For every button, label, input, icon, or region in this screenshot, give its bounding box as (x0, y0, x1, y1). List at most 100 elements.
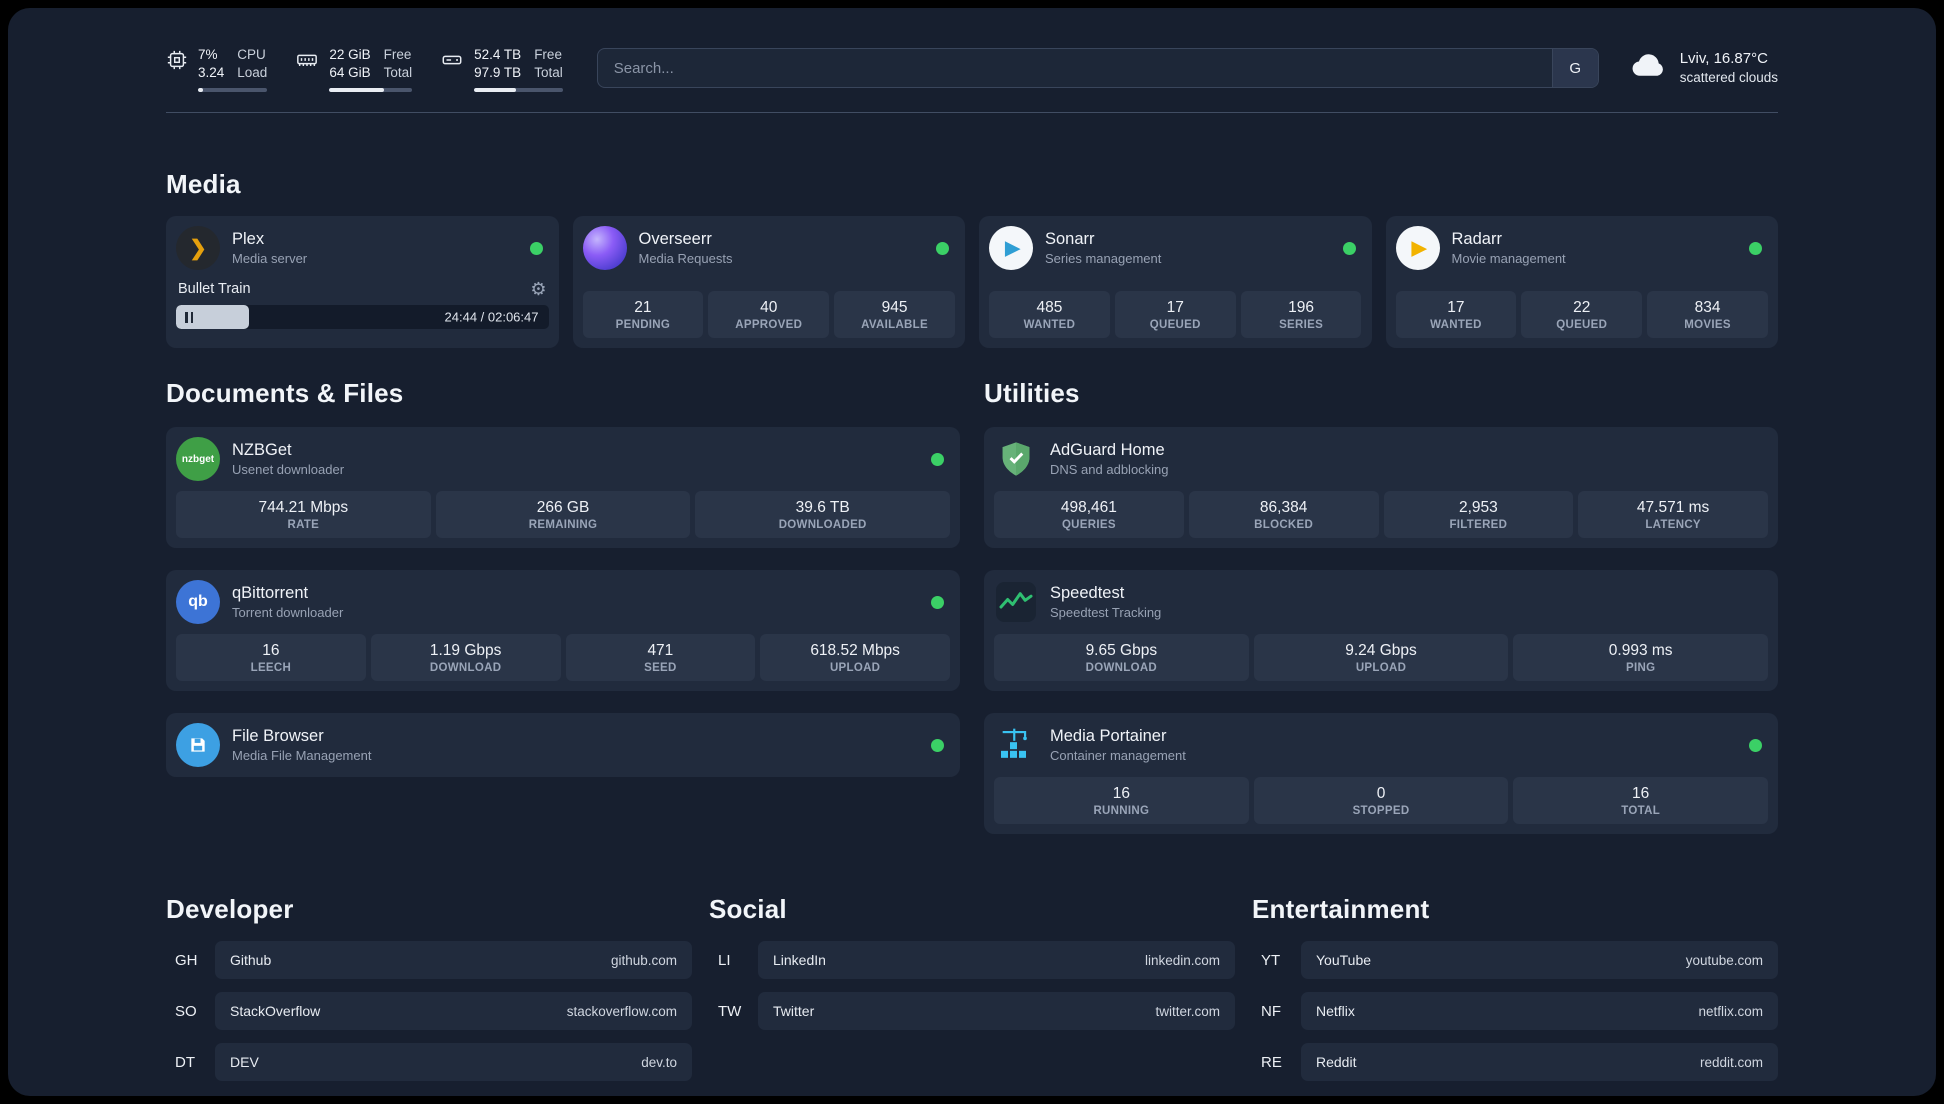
weather-location: Lviv, 16.87°C (1679, 50, 1768, 67)
stat-tile-series: 196 SERIES (1240, 291, 1362, 339)
stat-tile-approved: 40 APPROVED (708, 291, 830, 339)
stat-tile-upload: 618.52 Mbps UPLOAD (760, 634, 950, 682)
bookmark-abbr: SO (175, 1002, 197, 1020)
section-title-social: Social (709, 894, 787, 925)
stat-tile-total: 16 TOTAL (1513, 777, 1769, 825)
app-subtitle: Movie management (1451, 251, 1566, 267)
stat-tile-queued: 17 QUEUED (1114, 291, 1236, 339)
bookmark-netflix[interactable]: NF Netflix netflix.com (1252, 992, 1778, 1031)
disk-total-value: 97.9 TB (474, 65, 522, 81)
stat-tile-ping: 0.993 ms PING (1513, 634, 1769, 682)
bookmark-name: Reddit (1316, 1054, 1357, 1071)
bookmark-youtube[interactable]: YT YouTube youtube.com (1252, 941, 1778, 980)
app-name: Sonarr (1045, 230, 1095, 249)
app-name: Overseerr (638, 230, 712, 249)
section-title-utilities: Utilities (984, 378, 1080, 409)
section-title-documents: Documents & Files (166, 378, 404, 409)
stat-tile-queued: 22 QUEUED (1521, 291, 1643, 339)
bookmark-url: github.com (610, 952, 677, 968)
filebrowser-icon (176, 723, 220, 768)
stat-tile-filtered: 2,953 FILTERED (1383, 491, 1574, 539)
status-online-dot (1342, 241, 1356, 255)
app-name: NZBGet (232, 441, 292, 460)
bookmark-github[interactable]: GH Github github.com (166, 941, 692, 980)
weather-condition: scattered clouds (1679, 70, 1778, 85)
bookmark-abbr: YT (1261, 951, 1281, 969)
bookmark-group-social: Social LI LinkedIn linkedin.com TW Twitt… (709, 894, 1235, 1043)
disk-usage-bar (474, 88, 563, 93)
stat-tile-leech: 16 LEECH (176, 634, 366, 682)
stat-tile-wanted: 485 WANTED (989, 291, 1110, 339)
app-card-plex[interactable]: ❯ Plex Media server Bullet Train ⚙ 24:44… (166, 216, 559, 349)
pause-icon[interactable] (185, 311, 193, 323)
ram-free-value: 22 GiB (329, 47, 371, 62)
weather-widget[interactable]: Lviv, 16.87°C scattered clouds (1629, 48, 1778, 88)
app-card-nzbget[interactable]: nzbget NZBGet Usenet downloader 744.21 M… (166, 427, 960, 549)
disk-widget: 52.4 TB 97.9 TB Free Total (440, 46, 563, 93)
section-title-developer: Developer (166, 894, 294, 925)
plex-progress-bar[interactable]: 24:44 / 02:06:47 (176, 305, 549, 330)
app-card-speedtest[interactable]: Speedtest Speedtest Tracking 9.65 Gbps D… (984, 570, 1778, 692)
app-subtitle: Usenet downloader (232, 462, 345, 478)
search-engine-button[interactable]: G (1551, 49, 1598, 87)
bookmark-url: reddit.com (1699, 1054, 1763, 1070)
cpu-widget: 7% 3.24 CPU Load (166, 46, 268, 93)
status-online-dot (1749, 738, 1762, 752)
bookmark-url: stackoverflow.com (566, 1003, 677, 1019)
section-title-entertainment: Entertainment (1252, 894, 1430, 925)
portainer-icon (994, 723, 1038, 767)
bookmark-twitter[interactable]: TW Twitter twitter.com (709, 992, 1235, 1031)
ram-icon (295, 46, 319, 92)
app-card-sonarr[interactable]: ▶ Sonarr Series management 485 WANTED 17… (979, 216, 1372, 349)
app-card-filebrowser[interactable]: File Browser Media File Management (166, 713, 960, 778)
bookmark-url: youtube.com (1685, 952, 1763, 968)
cpu-label-top: CPU (237, 47, 266, 62)
bookmark-name: LinkedIn (773, 952, 826, 969)
bookmark-name: Github (230, 952, 272, 969)
bookmark-dev[interactable]: DT DEV dev.to (166, 1043, 692, 1082)
bookmark-linkedin[interactable]: LI LinkedIn linkedin.com (709, 941, 1235, 980)
cpu-icon (166, 46, 188, 92)
dashboard-panel: 7% 3.24 CPU Load 22 GiB 64 GiB Free Tota… (8, 8, 1936, 1096)
app-subtitle: Media File Management (232, 748, 372, 764)
app-name: AdGuard Home (1050, 441, 1165, 460)
search-bar: G (596, 48, 1599, 88)
speedtest-icon (994, 580, 1038, 624)
stat-tile-seed: 471 SEED (565, 634, 756, 682)
cpu-usage-bar (198, 88, 268, 93)
app-card-adguard[interactable]: AdGuard Home DNS and adblocking 498,461 … (984, 427, 1778, 549)
plex-icon: ❯ (176, 226, 220, 271)
gear-icon[interactable]: ⚙ (530, 280, 546, 298)
disk-free-value: 52.4 TB (474, 47, 522, 62)
radarr-icon: ▶ (1395, 226, 1440, 271)
bookmark-name: YouTube (1316, 952, 1372, 969)
stat-tile-movies: 834 MOVIES (1647, 291, 1768, 339)
bookmark-url: dev.to (641, 1054, 677, 1070)
stat-tile-rate: 744.21 Mbps RATE (176, 491, 431, 539)
ram-label-total: Total (383, 65, 413, 81)
search-input[interactable] (597, 49, 1552, 87)
stat-tile-blocked: 86,384 BLOCKED (1188, 491, 1379, 539)
bookmark-stackoverflow[interactable]: SO StackOverflow stackoverflow.com (166, 992, 692, 1031)
app-card-qbittorrent[interactable]: qb qBittorrent Torrent downloader 16 LEE… (166, 570, 960, 692)
cpu-percent: 7% (198, 47, 218, 62)
app-card-portainer[interactable]: Media Portainer Container management 16 … (984, 713, 1778, 835)
app-card-overseerr[interactable]: Overseerr Media Requests 21 PENDING 40 A… (572, 216, 965, 349)
qbittorrent-icon: qb (176, 580, 220, 625)
stat-tile-download: 9.65 Gbps DOWNLOAD (994, 634, 1249, 682)
ram-total-value: 64 GiB (329, 65, 371, 81)
cpu-label-bottom: Load (237, 65, 268, 81)
bookmark-abbr: TW (718, 1002, 742, 1020)
app-name: Speedtest (1050, 584, 1125, 603)
overseerr-icon (582, 226, 627, 271)
bookmark-name: Twitter (773, 1003, 815, 1020)
app-card-radarr[interactable]: ▶ Radarr Movie management 17 WANTED 22 Q… (1385, 216, 1778, 349)
documents-section: Documents & Files nzbget NZBGet Usenet d… (166, 378, 960, 778)
ram-usage-bar (329, 88, 413, 93)
bookmark-abbr: DT (175, 1053, 195, 1071)
app-subtitle: Series management (1045, 251, 1162, 267)
bookmark-reddit[interactable]: RE Reddit reddit.com (1252, 1043, 1778, 1082)
sonarr-icon: ▶ (989, 226, 1033, 271)
stat-tile-download: 1.19 Gbps DOWNLOAD (370, 634, 561, 682)
status-online-dot (931, 595, 944, 609)
